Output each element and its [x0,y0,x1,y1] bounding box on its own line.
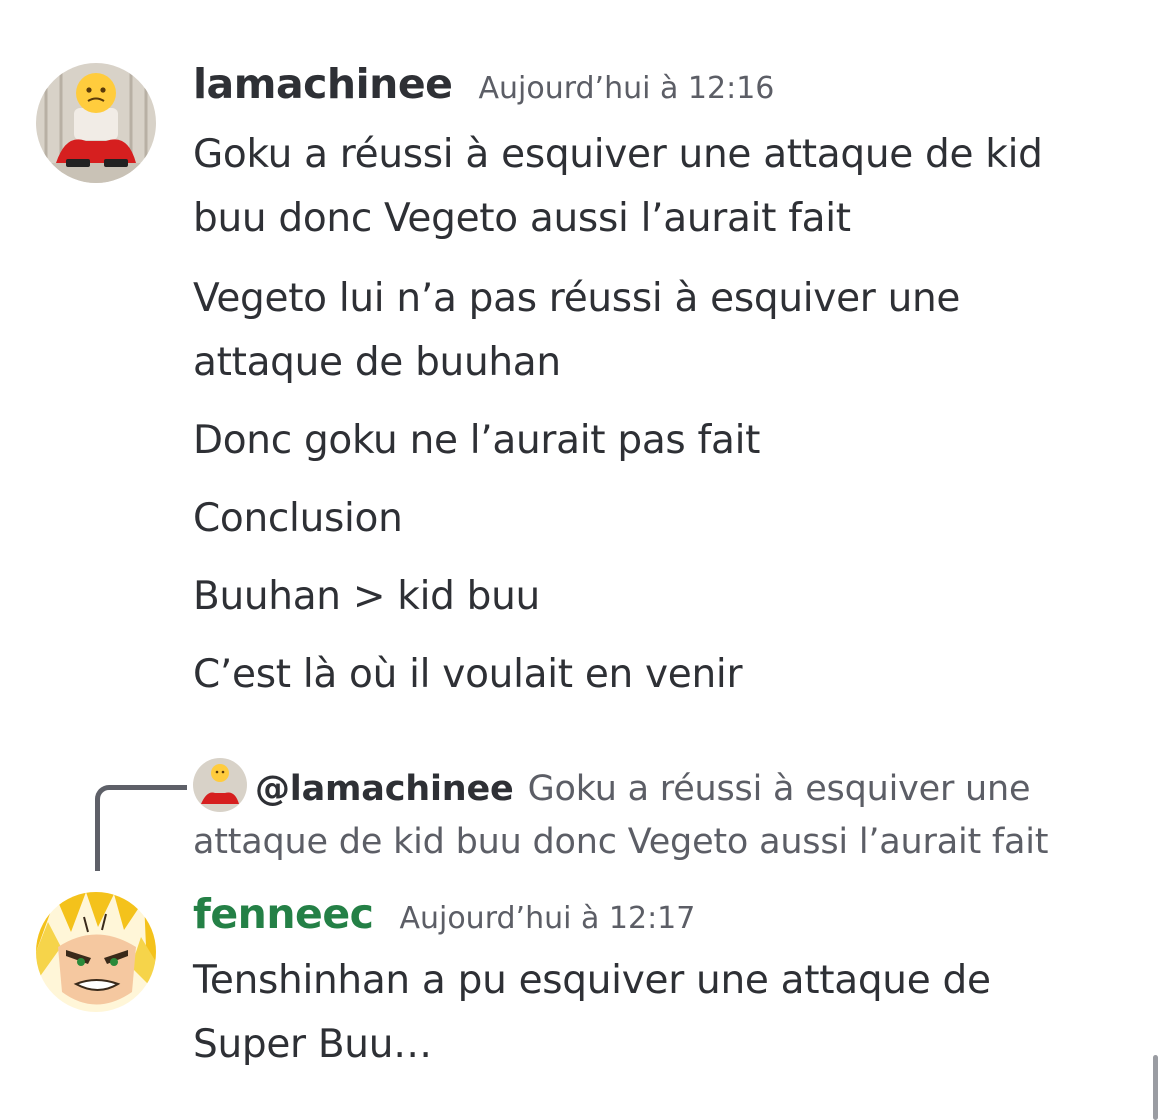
message-text: Tenshinhan a pu esquiver une attaque de … [193,958,991,1067]
message-text: Conclusion [193,496,403,541]
message-text: Vegeto lui n’a pas réussi à esquiver une… [193,276,961,385]
reply-mention[interactable]: @lamachinee [255,769,514,809]
message-text: Donc goku ne l’aurait pas fait [193,418,761,463]
avatar-lamachinee[interactable] [36,63,156,183]
username[interactable]: lamachinee [193,64,453,105]
username[interactable]: fenneec [193,894,374,935]
timestamp: Aujourd’hui à 12:17 [399,901,696,936]
timestamp: Aujourd’hui à 12:16 [478,71,775,106]
chat-view: lamachinee Aujourd’hui à 12:16 Goku a ré… [0,0,1170,1120]
message-group-lamachinee: lamachinee Aujourd’hui à 12:16 Goku a ré… [193,64,1113,707]
reply-preview[interactable]: @lamachinee Goku a réussi à esquiver une … [193,758,1093,869]
message-header: fenneec Aujourd’hui à 12:17 [193,894,1053,935]
message-group-fenneec: fenneec Aujourd’hui à 12:17 Tenshinhan a… [193,894,1053,1077]
scrollbar[interactable] [1153,1055,1158,1120]
message-text: C’est là où il voulait en venir [193,652,743,697]
reply-connector [95,785,187,871]
message-text: Buuhan > kid buu [193,574,540,619]
message-text: Goku a réussi à esquiver une attaque de … [193,132,1043,241]
reply-avatar [193,758,247,812]
message-header: lamachinee Aujourd’hui à 12:16 [193,64,1113,105]
avatar-fenneec[interactable] [36,892,156,1012]
